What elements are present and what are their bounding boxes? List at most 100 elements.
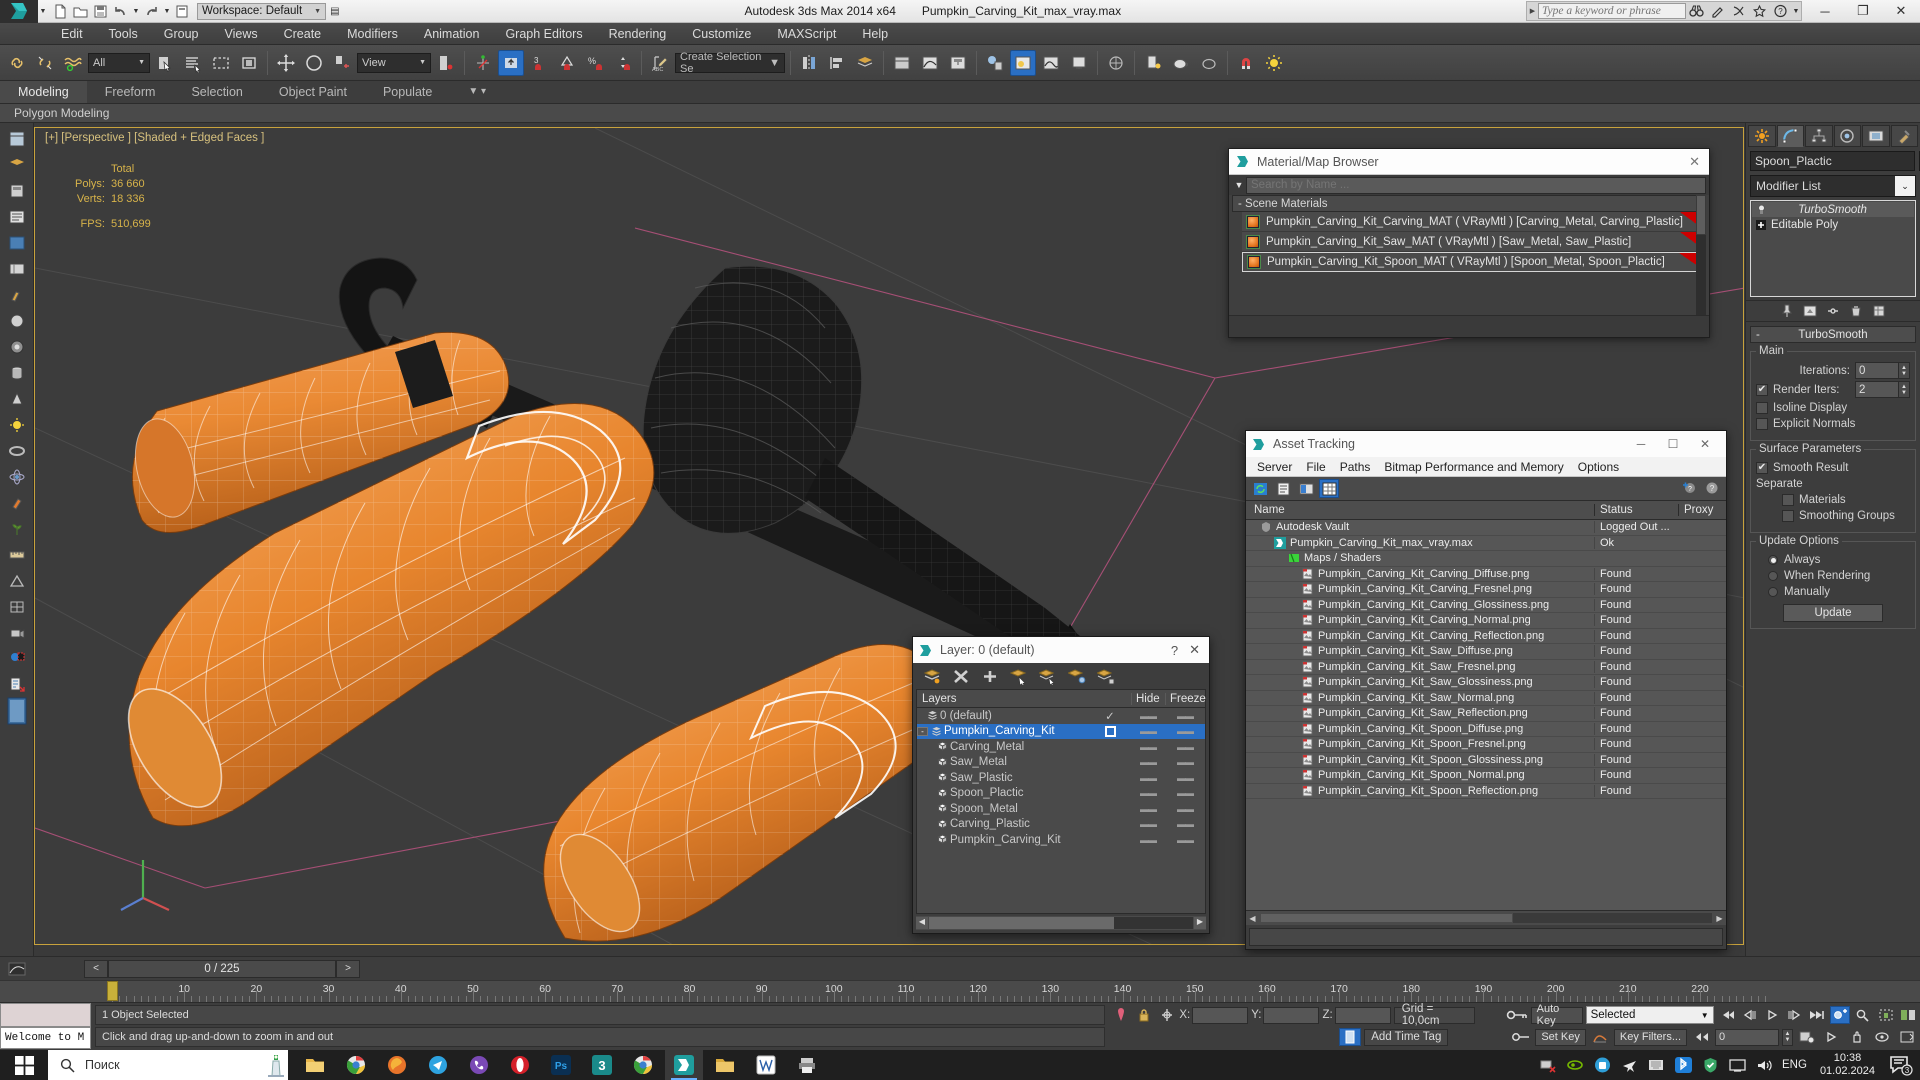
select-and-move-icon[interactable] [273, 50, 299, 76]
tray-volume-icon[interactable] [1755, 1056, 1773, 1074]
project-folder-icon[interactable] [173, 2, 192, 21]
menu-item-group[interactable]: Group [151, 23, 212, 45]
polygon-modeling-label[interactable]: Polygon Modeling [0, 106, 109, 120]
select-layer-objects-icon[interactable] [1009, 666, 1029, 686]
help-icon[interactable]: ? [1160, 643, 1189, 658]
set-current-layer-icon[interactable] [1096, 666, 1116, 686]
modifier-stack-item[interactable]: TurboSmooth [1752, 202, 1914, 217]
layer-table-row[interactable]: Carving_Plastic ▬▬ ▬▬ [917, 817, 1205, 833]
tool-viewport-preview-icon[interactable] [4, 697, 30, 724]
material-list-item[interactable]: Pumpkin_Carving_Kit_Saw_MAT ( VRayMtl ) … [1242, 232, 1706, 252]
add-selection-to-layer-icon[interactable] [1067, 666, 1087, 686]
asset-table-row[interactable]: Pumpkin_Carving_Kit_Saw_Reflection.png Fo… [1246, 706, 1726, 722]
render-iters-checkbox[interactable]: ✔ [1756, 383, 1768, 396]
select-object-icon[interactable] [152, 50, 178, 76]
help-dropdown-icon[interactable]: ▼ [1791, 0, 1801, 23]
isoline-display-checkbox[interactable] [1756, 402, 1768, 414]
menu-item-views[interactable]: Views [211, 23, 270, 45]
update-button[interactable]: Update [1783, 604, 1883, 622]
layer-hide-toggle[interactable]: ▬▬ [1131, 726, 1165, 736]
separate-materials-checkbox[interactable] [1782, 494, 1794, 506]
notification-center-icon[interactable]: 3 [1888, 1052, 1914, 1078]
play-animation-icon[interactable] [1762, 1006, 1782, 1024]
layer-hide-toggle[interactable]: ▬▬ [1131, 773, 1165, 783]
taskbar-search-box[interactable]: Поиск [48, 1050, 288, 1080]
use-pivot-center-icon[interactable] [433, 50, 459, 76]
asset-table-row[interactable]: Pumpkin_Carving_Kit_Spoon_Diffuse.png Fou… [1246, 722, 1726, 737]
unlink-selection-icon[interactable] [32, 50, 58, 76]
restore-button[interactable]: ❐ [1844, 0, 1882, 23]
column-freeze[interactable]: Freeze [1165, 692, 1206, 705]
menu-item-modifiers[interactable]: Modifiers [334, 23, 411, 45]
expand-collapse-icon[interactable]: - [917, 726, 928, 736]
menu-item-customize[interactable]: Customize [679, 23, 764, 45]
add-time-tag-button[interactable]: Add Time Tag [1364, 1028, 1449, 1046]
window-crossing-toggle-icon[interactable] [236, 50, 262, 76]
asset-help-icon[interactable]: ? [1702, 479, 1722, 498]
tool-cone-icon[interactable] [4, 387, 30, 410]
menu-item-rendering[interactable]: Rendering [596, 23, 680, 45]
goto-start-icon[interactable] [1717, 1006, 1737, 1024]
iterations-value[interactable]: 0 [1855, 362, 1899, 379]
reference-coordinate-dropdown[interactable]: View ▼ [357, 52, 431, 73]
set-key-button[interactable]: Set Key [1535, 1028, 1586, 1046]
select-and-zoom-icon[interactable] [1830, 1006, 1851, 1024]
tool-helper-icon[interactable] [4, 569, 30, 592]
save-file-icon[interactable] [91, 2, 110, 21]
material-editor-icon[interactable] [982, 50, 1008, 76]
tab-hierarchy[interactable] [1805, 125, 1833, 147]
ribbon-tab-freeform[interactable]: Freeform [87, 81, 174, 103]
close-button[interactable]: ✕ [1882, 0, 1920, 23]
render-production-icon[interactable] [1066, 50, 1092, 76]
keyframe-input[interactable]: 0 [1715, 1028, 1779, 1046]
close-icon[interactable]: ✕ [1189, 642, 1204, 658]
taskbar-chrome-icon[interactable] [337, 1050, 375, 1080]
menu-item-create[interactable]: Create [271, 23, 335, 45]
teapot-render-icon[interactable] [1196, 50, 1222, 76]
tool-scene-explorer-icon[interactable] [4, 127, 30, 150]
tray-nvidia-icon[interactable] [1566, 1056, 1584, 1074]
app-menu-dropdown-icon[interactable]: ▼ [38, 0, 48, 23]
material-list-item[interactable]: Pumpkin_Carving_Kit_Carving_MAT ( VRayMt… [1242, 212, 1706, 232]
material-list[interactable]: - Scene Materials Pumpkin_Carving_Kit_Ca… [1229, 195, 1709, 315]
update-option-always[interactable]: Always [1756, 554, 1910, 566]
lock-selection-icon[interactable] [1134, 1006, 1154, 1024]
search-binoculars-icon[interactable] [1686, 1, 1707, 21]
tool-atom-icon[interactable] [4, 465, 30, 488]
layer-current-marker[interactable] [1089, 725, 1131, 737]
layer-hide-toggle[interactable]: ▬▬ [1131, 711, 1165, 721]
tool-wireframe-icon[interactable] [4, 595, 30, 618]
tray-network-error-icon[interactable] [1539, 1056, 1557, 1074]
next-frame-button[interactable]: > [336, 959, 360, 978]
listener-input[interactable]: Welcome to M [0, 1027, 91, 1049]
taskbar-explorer-icon[interactable] [706, 1050, 744, 1080]
ribbon-tab-object-paint[interactable]: Object Paint [261, 81, 365, 103]
tray-display-icon[interactable] [1728, 1056, 1746, 1074]
layer-table-row[interactable]: Spoon_Plactic ▬▬ ▬▬ [917, 786, 1205, 802]
taskbar-folder-icon[interactable] [296, 1050, 334, 1080]
select-and-rotate-icon[interactable] [301, 50, 327, 76]
radio-always[interactable] [1768, 555, 1778, 565]
rectangular-selection-region-icon[interactable] [208, 50, 234, 76]
key-mode-dropdown[interactable]: Selected ▼ [1585, 1006, 1714, 1024]
open-mini-curve-editor-icon[interactable] [0, 960, 34, 978]
asset-menu-file[interactable]: File [1299, 460, 1332, 474]
pin-stack-status-icon[interactable] [1111, 1006, 1131, 1024]
render-iters-value[interactable]: 2 [1855, 381, 1899, 398]
layer-table-row[interactable]: Spoon_Metal ▬▬ ▬▬ [917, 801, 1205, 817]
key-mode-toggle-icon[interactable] [1506, 1006, 1528, 1024]
undo-icon[interactable] [111, 2, 130, 21]
create-new-layer-icon[interactable] [922, 666, 942, 686]
workspace-overflow-icon[interactable]: ▤ [330, 6, 339, 17]
tab-motion[interactable] [1833, 125, 1861, 147]
taskbar-chrome2-icon[interactable] [624, 1050, 662, 1080]
spinner-arrows-icon[interactable]: ▲ ▼ [1899, 381, 1910, 398]
layer-hide-toggle[interactable]: ▬▬ [1131, 788, 1165, 798]
selection-filter-dropdown[interactable]: All ▼ [88, 52, 150, 73]
zoom-region-icon[interactable] [1853, 1006, 1873, 1024]
layer-hide-toggle[interactable]: ▬▬ [1131, 742, 1165, 752]
max-app-menu-button[interactable] [0, 0, 38, 23]
current-frame-display[interactable]: 0 / 225 [108, 959, 336, 978]
ribbon-tab-selection[interactable]: Selection [173, 81, 260, 103]
select-object-highlight-layer-icon[interactable] [1038, 666, 1058, 686]
